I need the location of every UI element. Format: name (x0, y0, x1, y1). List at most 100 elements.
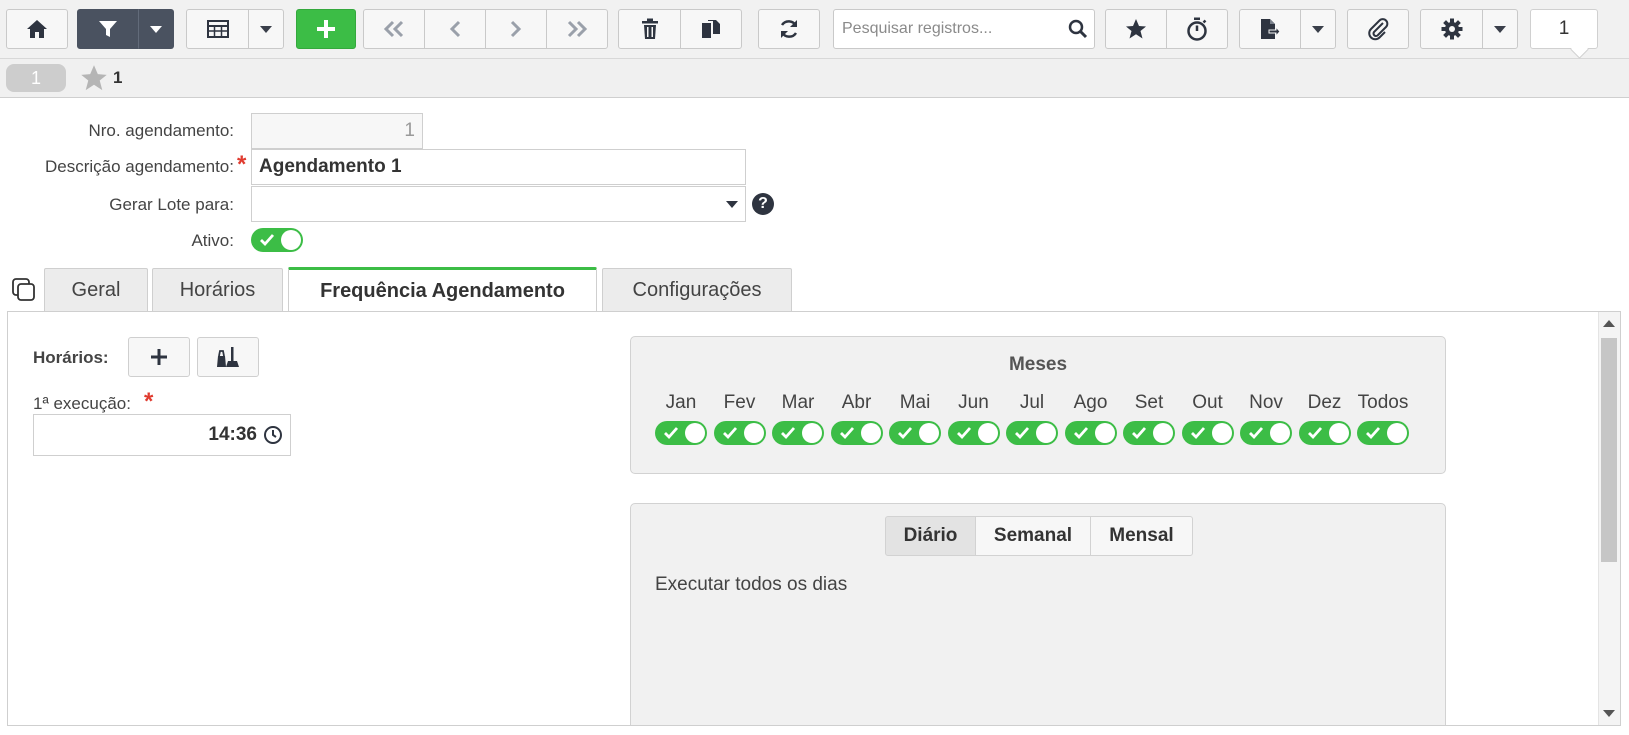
filter-button[interactable] (77, 9, 139, 49)
primeira-execucao-field[interactable]: 14:36 (33, 414, 291, 456)
add-record-button[interactable] (296, 9, 356, 49)
home-icon (27, 20, 47, 38)
month-toggle-dez[interactable] (1298, 421, 1351, 445)
toggle-knob (860, 423, 881, 443)
scroll-thumb[interactable] (1601, 338, 1617, 562)
chevron-left-icon (449, 20, 461, 38)
export-button[interactable] (1239, 9, 1301, 49)
month-label-nov: Nov (1249, 392, 1283, 413)
chevron-down-icon (260, 25, 272, 33)
filter-dropdown-button[interactable] (138, 9, 174, 49)
toggle-knob (1094, 423, 1115, 443)
panel-scrollbar[interactable] (1598, 312, 1620, 725)
copy-tab-icon[interactable] (12, 278, 36, 302)
month-toggle-mai[interactable] (889, 421, 941, 445)
export-dropdown-button[interactable] (1300, 9, 1336, 49)
option-diario[interactable]: Diário (885, 516, 976, 556)
required-indicator: * (237, 151, 247, 178)
chevron-down-icon (726, 200, 738, 208)
tab-configuracoes[interactable]: Configurações (602, 268, 792, 312)
tab-geral[interactable]: Geral (44, 268, 148, 312)
check-icon (722, 427, 737, 440)
option-semanal[interactable]: Semanal (975, 516, 1091, 556)
descricao-agendamento-label: Descrição agendamento: (44, 157, 234, 176)
delete-button[interactable] (618, 9, 681, 49)
check-icon (839, 427, 854, 440)
check-icon (956, 427, 971, 440)
settings-button[interactable] (1420, 9, 1483, 49)
nro-agendamento-label: Nro. agendamento: (88, 121, 234, 140)
nro-agendamento-field: 1 (251, 113, 423, 149)
month-toggle-out[interactable] (1181, 421, 1234, 445)
toggle-knob (1328, 423, 1349, 443)
clear-horarios-button[interactable] (197, 337, 259, 377)
month-toggle-jan[interactable] (655, 421, 707, 445)
month-toggle-todos[interactable] (1357, 421, 1409, 445)
next-record-button[interactable] (485, 9, 547, 49)
meses-card: Meses Jan Fev Mar Abr Mai Jun Jul Ago Set Out Nov D… (630, 336, 1446, 474)
previous-record-button[interactable] (424, 9, 486, 49)
month-toggle-mar[interactable] (772, 421, 824, 445)
tab-panel: Horários: 1ª execução: * 14:36 Meses Jan… (7, 311, 1621, 726)
timer-button[interactable] (1166, 9, 1228, 49)
table-view-button[interactable] (186, 9, 249, 49)
option-mensal[interactable]: Mensal (1090, 516, 1193, 556)
month-toggle-set[interactable] (1123, 421, 1175, 445)
meses-title: Meses (1008, 354, 1068, 375)
copy-icon (702, 20, 720, 38)
first-record-button[interactable] (363, 9, 425, 49)
scroll-down-icon[interactable] (1603, 710, 1615, 717)
filter-group (77, 9, 174, 49)
toggle-knob (743, 423, 764, 443)
home-button[interactable] (6, 9, 68, 49)
month-toggle-jun[interactable] (947, 421, 1000, 445)
view-group (186, 9, 284, 49)
primeira-execucao-label: 1ª execução: (33, 394, 131, 413)
main-toolbar: 1 (0, 0, 1629, 59)
star-icon[interactable] (80, 64, 108, 92)
attachments-group (1347, 9, 1409, 49)
refresh-button[interactable] (758, 9, 820, 49)
month-toggle-fev[interactable] (713, 421, 766, 445)
month-label-dez: Dez (1307, 392, 1342, 413)
ativo-toggle[interactable] (251, 228, 303, 252)
gerar-lote-select[interactable] (251, 186, 746, 222)
chevron-down-icon (1494, 25, 1506, 33)
attachments-button[interactable] (1347, 9, 1409, 49)
search-input[interactable] (840, 19, 1068, 39)
double-chevron-left-icon (383, 20, 404, 38)
last-record-button[interactable] (546, 9, 608, 49)
clock-icon[interactable] (263, 425, 283, 445)
check-icon (1307, 427, 1322, 440)
help-icon[interactable]: ? (752, 193, 774, 215)
gear-icon (1441, 18, 1462, 40)
favorite-button[interactable] (1105, 9, 1167, 49)
frequencia-card: Diário Semanal Mensal Executar todos os … (630, 503, 1446, 725)
search-icon[interactable] (1068, 19, 1088, 39)
descricao-agendamento-field[interactable]: Agendamento 1 (251, 149, 746, 185)
toggle-knob (919, 423, 939, 443)
month-label-out: Out (1192, 392, 1223, 413)
record-number-badge[interactable]: 1 (6, 64, 66, 92)
month-label-todos: Todos (1357, 392, 1409, 413)
settings-dropdown-button[interactable] (1482, 9, 1518, 49)
month-toggle-abr[interactable] (830, 421, 883, 445)
home-group (6, 9, 68, 49)
month-toggle-nov[interactable] (1240, 421, 1292, 445)
toggle-knob (1270, 423, 1290, 443)
view-dropdown-button[interactable] (248, 9, 284, 49)
duplicate-button[interactable] (680, 9, 742, 49)
month-toggle-jul[interactable] (1006, 421, 1058, 445)
tab-frequencia-agendamento[interactable]: Frequência Agendamento (288, 267, 597, 312)
ativo-label: Ativo: (191, 231, 234, 250)
tab-horarios[interactable]: Horários (152, 268, 283, 312)
favorites-count: 1 (113, 68, 123, 87)
month-toggle-ago[interactable] (1064, 421, 1117, 445)
scroll-up-icon[interactable] (1603, 320, 1615, 327)
add-horario-button[interactable] (128, 337, 190, 377)
month-label-ago: Ago (1073, 392, 1108, 413)
record-bar: 1 1 (0, 59, 1629, 98)
toggle-knob (281, 230, 301, 250)
check-icon (781, 427, 796, 440)
record-counter[interactable]: 1 (1530, 9, 1598, 49)
